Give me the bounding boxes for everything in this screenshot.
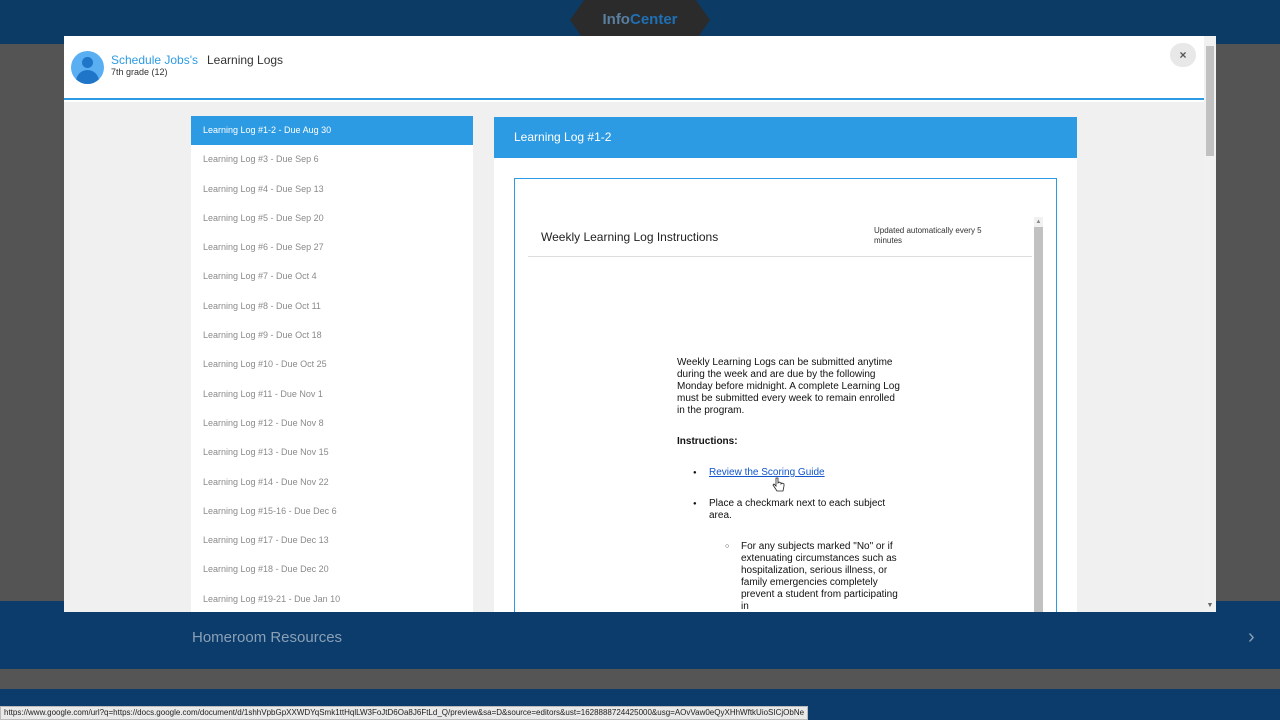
close-button[interactable]: × bbox=[1170, 43, 1196, 67]
panel-title: Learning Log #1-2 bbox=[494, 117, 1077, 158]
learning-log-list: Learning Log #1-2 - Due Aug 30 Learning … bbox=[191, 116, 473, 612]
document-content: Weekly Learning Logs can be submitted an… bbox=[677, 357, 902, 612]
instructions-heading: Instructions: bbox=[677, 436, 738, 447]
modal-title: Learning Logs bbox=[207, 53, 284, 67]
homeroom-resources-label: Homeroom Resources bbox=[192, 629, 343, 646]
document-update-note: Updated automatically every 5 minutes bbox=[874, 226, 982, 245]
avatar-body bbox=[76, 70, 99, 84]
student-grade: 7th grade (12) bbox=[111, 67, 168, 77]
document-intro: Weekly Learning Logs can be submitted an… bbox=[677, 357, 900, 416]
log-item-18[interactable]: Learning Log #18 - Due Dec 20 bbox=[191, 555, 473, 585]
log-item-13[interactable]: Learning Log #13 - Due Nov 15 bbox=[191, 438, 473, 468]
log-item-8[interactable]: Learning Log #8 - Due Oct 11 bbox=[191, 291, 473, 322]
embedded-document[interactable]: Weekly Learning Log Instructions Updated… bbox=[514, 178, 1057, 612]
infocenter-logo: InfoCenter bbox=[570, 0, 710, 40]
bullet-scoring-guide: Review the Scoring Guide bbox=[677, 467, 902, 479]
log-item-19-21[interactable]: Learning Log #19-21 - Due Jan 10 bbox=[191, 584, 473, 612]
scroll-down-arrow-icon[interactable]: ▼ bbox=[1204, 600, 1216, 612]
document-title: Weekly Learning Log Instructions bbox=[541, 230, 719, 244]
logo-text-center: Center bbox=[629, 11, 678, 28]
log-item-9[interactable]: Learning Log #9 - Due Oct 18 bbox=[191, 321, 473, 351]
section-gap bbox=[0, 669, 1280, 689]
log-item-4[interactable]: Learning Log #4 - Due Sep 13 bbox=[191, 174, 473, 204]
log-item-3[interactable]: Learning Log #3 - Due Sep 6 bbox=[191, 145, 473, 175]
log-item-6[interactable]: Learning Log #6 - Due Sep 27 bbox=[191, 233, 473, 263]
scroll-up-arrow-icon[interactable]: ▲ bbox=[1034, 217, 1043, 227]
modal-header: Schedule Jobs's 7th grade (12) Learning … bbox=[64, 36, 1216, 100]
bullet-checkmark: Place a checkmark next to each subject a… bbox=[677, 498, 902, 522]
avatar bbox=[71, 51, 104, 84]
log-item-10[interactable]: Learning Log #10 - Due Oct 25 bbox=[191, 350, 473, 380]
status-bar-url: https://www.google.com/url?q=https://doc… bbox=[0, 706, 809, 720]
log-item-17[interactable]: Learning Log #17 - Due Dec 13 bbox=[191, 526, 473, 556]
document-title-bar: Weekly Learning Log Instructions Updated… bbox=[528, 217, 1032, 257]
log-item-5[interactable]: Learning Log #5 - Due Sep 20 bbox=[191, 203, 473, 234]
log-item-12[interactable]: Learning Log #12 - Due Nov 8 bbox=[191, 408, 473, 439]
log-item-14[interactable]: Learning Log #14 - Due Nov 22 bbox=[191, 467, 473, 497]
modal-scrollbar[interactable]: ▼ bbox=[1204, 36, 1216, 612]
log-item-1-2[interactable]: Learning Log #1-2 - Due Aug 30 bbox=[191, 116, 473, 146]
log-item-15-16[interactable]: Learning Log #15-16 - Due Dec 6 bbox=[191, 496, 473, 527]
sub-bullet-no-subjects: For any subjects marked "No" or if exten… bbox=[677, 541, 902, 612]
modal-body: Learning Log #1-2 - Due Aug 30 Learning … bbox=[64, 102, 1204, 612]
scoring-guide-link[interactable]: Review the Scoring Guide bbox=[709, 467, 825, 478]
logo-text-info: Info bbox=[602, 11, 630, 28]
learning-logs-modal: Schedule Jobs's 7th grade (12) Learning … bbox=[64, 36, 1216, 612]
log-detail-panel: Learning Log #1-2 Weekly Learning Log In… bbox=[494, 117, 1077, 612]
student-name-link[interactable]: Schedule Jobs's bbox=[111, 53, 198, 67]
document-scrollbar[interactable] bbox=[1034, 219, 1043, 612]
avatar-head bbox=[82, 57, 93, 68]
log-item-11[interactable]: Learning Log #11 - Due Nov 1 bbox=[191, 379, 473, 409]
chevron-right-icon[interactable]: › bbox=[1248, 626, 1255, 649]
modal-scrollbar-thumb[interactable] bbox=[1206, 46, 1214, 156]
hand-cursor-icon bbox=[772, 477, 785, 492]
log-item-7[interactable]: Learning Log #7 - Due Oct 4 bbox=[191, 262, 473, 292]
